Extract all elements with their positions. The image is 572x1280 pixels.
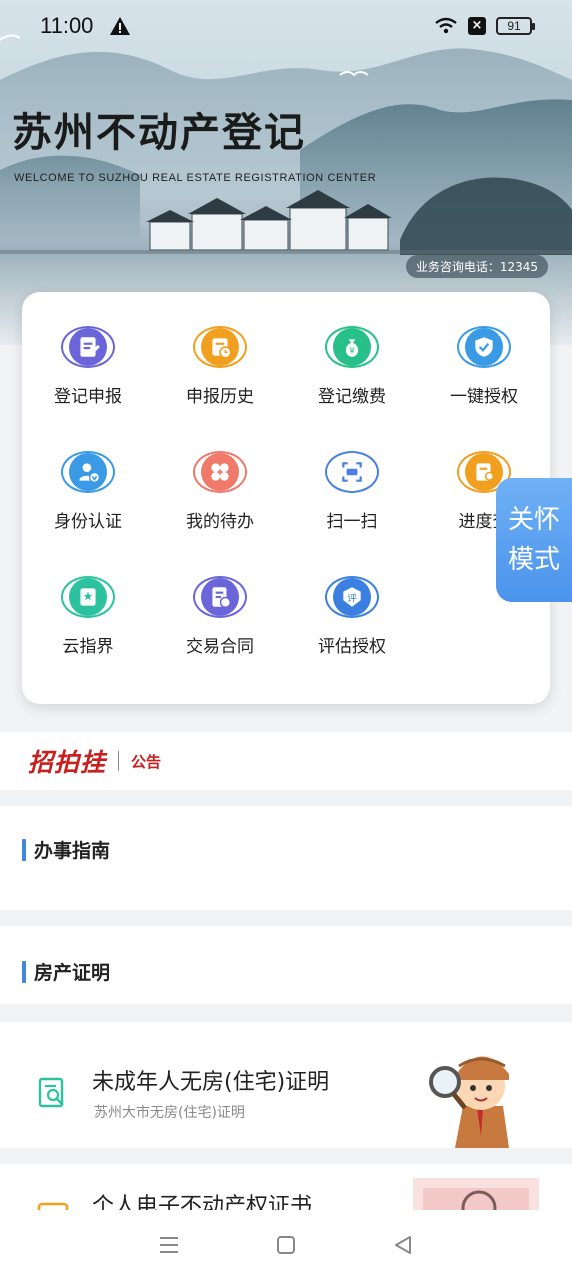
divider [118, 751, 120, 771]
app-subtitle: WELCOME TO SUZHOU REAL ESTATE REGISTRATI… [14, 172, 377, 184]
service-item[interactable]: 评评估授权 [286, 542, 418, 657]
service-item[interactable]: 申报历史 [154, 292, 286, 407]
service-label: 云指界 [62, 637, 114, 657]
svg-text:¥: ¥ [349, 347, 355, 357]
service-item[interactable]: 云指界 [22, 542, 154, 657]
service-item[interactable]: 交易合同 [154, 542, 286, 657]
cert-section: 房产证明 [0, 926, 572, 1004]
service-grid: 登记申报 申报历史 ¥ 登记缴费 一键授权 身份认证 我的待办 扫一扫 进度查 云指界 交易合同评评… [22, 292, 550, 704]
cert-section-title: 房产证明 [22, 958, 110, 985]
wifi-icon [435, 17, 457, 34]
service-item[interactable]: ¥ 登记缴费 [286, 292, 418, 407]
grid-todo-icon [193, 451, 247, 493]
home-button[interactable] [273, 1232, 299, 1258]
cert-item-e-certificate[interactable]: 个人电子不动产权证书 [0, 1164, 572, 1210]
contract-icon [193, 576, 247, 618]
notice-bar[interactable]: 招拍挂 公告 [0, 732, 572, 790]
document-edit-icon [61, 326, 115, 368]
service-label: 扫一扫 [326, 512, 378, 532]
recent-apps-button[interactable] [156, 1232, 182, 1258]
status-bar: 11:00 × 91 [0, 0, 572, 52]
care-mode-button[interactable]: 关怀 模式 [496, 478, 572, 602]
certificate-icon [37, 1202, 69, 1210]
app-title: 苏州不动产登记 [12, 109, 306, 156]
guide-section: 办事指南 [0, 806, 572, 910]
cert-item-minor-no-house[interactable]: 未成年人无房(住宅)证明 苏州大市无房(住宅)证明 [0, 1022, 572, 1148]
service-item[interactable]: 一键授权 [418, 292, 550, 407]
user-verify-icon [61, 451, 115, 493]
care-mode-label-line2: 模式 [507, 545, 560, 575]
service-item[interactable]: 扫一扫 [286, 417, 418, 532]
svg-text:评: 评 [347, 592, 357, 604]
back-button[interactable] [390, 1232, 416, 1258]
search-document-icon [38, 1077, 64, 1108]
service-label: 我的待办 [186, 512, 254, 532]
notice-tag: 公告 [131, 752, 162, 771]
service-label: 交易合同 [186, 637, 254, 657]
service-label: 评估授权 [318, 637, 386, 657]
evaluate-icon: 评 [325, 576, 379, 618]
cert-item-title: 个人电子不动产权证书 [92, 1194, 313, 1210]
service-item[interactable]: 身份认证 [22, 417, 154, 532]
shield-check-icon [457, 326, 511, 368]
system-nav-bar [0, 1210, 572, 1280]
money-bag-icon: ¥ [325, 326, 379, 368]
battery-icon: 91 [496, 17, 535, 35]
service-label: 一键授权 [450, 387, 518, 407]
service-label: 登记缴费 [318, 387, 386, 407]
cert-item-title: 未成年人无房(住宅)证明 [92, 1070, 330, 1095]
hotline-badge[interactable]: 业务咨询电话：12345 [405, 255, 548, 278]
service-item[interactable]: 登记申报 [22, 292, 154, 407]
menu-icon [159, 1237, 178, 1253]
detective-illustration [429, 1056, 509, 1148]
service-item[interactable]: 我的待办 [154, 417, 286, 532]
guide-section-title[interactable]: 办事指南 [22, 836, 110, 863]
history-icon [193, 326, 247, 368]
status-time: 11:00 [40, 13, 94, 38]
service-label: 身份认证 [54, 512, 122, 532]
service-label: 登记申报 [54, 387, 122, 407]
service-label: 申报历史 [186, 387, 254, 407]
book-star-icon [61, 576, 115, 618]
no-sim-icon: × [468, 17, 486, 35]
notice-logo: 招拍挂 [28, 748, 107, 777]
warning-icon [110, 17, 131, 35]
back-triangle-icon [395, 1236, 412, 1254]
cert-item-subtitle: 苏州大市无房(住宅)证明 [94, 1105, 245, 1121]
certificate-illustration [413, 1178, 539, 1210]
home-square-icon [276, 1236, 295, 1254]
care-mode-label-line1: 关怀 [507, 505, 560, 535]
scan-icon [325, 451, 379, 493]
